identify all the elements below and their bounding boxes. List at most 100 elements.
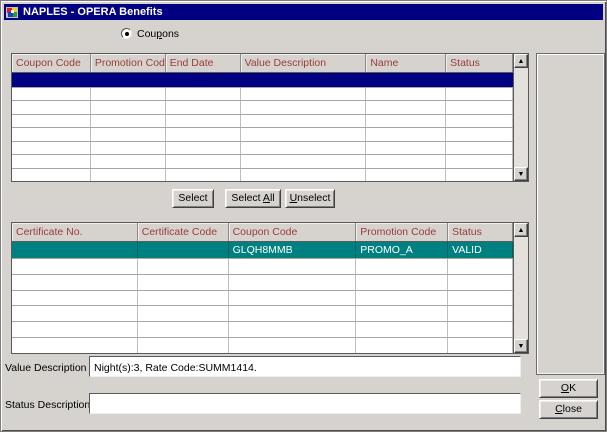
- table-row-selected[interactable]: GLQH8MMB PROMO_A VALID: [12, 242, 513, 259]
- cell: [241, 169, 367, 181]
- cell: [229, 338, 357, 353]
- cell: [12, 142, 91, 154]
- scroll-up-button[interactable]: ▲: [514, 54, 528, 68]
- certificate-table-body: GLQH8MMB PROMO_A VALID: [12, 242, 513, 353]
- cell: [448, 338, 513, 353]
- certificate-table-scrollbar[interactable]: ▲ ▼: [513, 223, 528, 353]
- certificate-table: Certificate No. Certificate Code Coupon …: [11, 222, 529, 354]
- cell: [356, 338, 448, 353]
- cell: [229, 291, 357, 306]
- cell: [138, 306, 229, 321]
- value-description-field[interactable]: [89, 356, 521, 377]
- table-row[interactable]: [12, 338, 513, 353]
- coupons-radio[interactable]: Coupons: [121, 27, 179, 40]
- cell: [91, 128, 166, 140]
- cell: [12, 275, 138, 290]
- unselect-button[interactable]: Unselect: [285, 189, 335, 208]
- table-row-selected[interactable]: [12, 73, 513, 88]
- status-description-field[interactable]: [89, 393, 521, 414]
- title-bar[interactable]: NAPLES - OPERA Benefits: [4, 4, 603, 20]
- cell: [91, 88, 166, 100]
- table-row[interactable]: [12, 155, 513, 168]
- column-header-coupon-code[interactable]: Coupon Code: [229, 223, 357, 241]
- close-button[interactable]: Close: [539, 400, 598, 419]
- cell: [241, 73, 367, 87]
- coupon-table-header: Coupon Code Promotion Code End Date Valu…: [12, 54, 513, 73]
- cell: [356, 306, 448, 321]
- coupon-table-scrollbar[interactable]: ▲ ▼: [513, 54, 528, 181]
- cell: [366, 155, 446, 167]
- table-row[interactable]: [12, 101, 513, 114]
- close-button-label: Close: [555, 403, 582, 415]
- table-row[interactable]: [12, 169, 513, 181]
- table-row[interactable]: [12, 259, 513, 275]
- window-title: NAPLES - OPERA Benefits: [23, 6, 163, 18]
- cell: [166, 169, 241, 181]
- cell: [91, 101, 166, 113]
- column-header-promotion-code[interactable]: Promotion Code: [356, 223, 448, 241]
- cell: [446, 101, 513, 113]
- table-row[interactable]: [12, 128, 513, 141]
- scroll-down-icon: ▼: [518, 171, 525, 178]
- ok-button[interactable]: OK: [539, 379, 598, 398]
- cell: [366, 142, 446, 154]
- table-row[interactable]: [12, 306, 513, 322]
- cell: [448, 275, 513, 290]
- coupons-radio-label: Coupons: [137, 28, 179, 40]
- column-header-name[interactable]: Name: [366, 54, 446, 72]
- column-header-status[interactable]: Status: [448, 223, 513, 241]
- cell: [241, 88, 367, 100]
- table-row[interactable]: [12, 275, 513, 291]
- table-row[interactable]: [12, 88, 513, 101]
- select-button[interactable]: Select: [172, 189, 214, 208]
- cell: [91, 155, 166, 167]
- cell: [12, 291, 138, 306]
- table-row[interactable]: [12, 291, 513, 307]
- cell: [446, 88, 513, 100]
- select-all-button[interactable]: Select All: [225, 189, 281, 208]
- table-row[interactable]: [12, 142, 513, 155]
- cell: [446, 128, 513, 140]
- cell: [446, 142, 513, 154]
- scroll-up-button[interactable]: ▲: [514, 223, 528, 237]
- column-header-promotion-code[interactable]: Promotion Code: [91, 54, 166, 72]
- value-description-label: Value Description: [5, 362, 85, 374]
- cell: [12, 155, 91, 167]
- cell: [166, 73, 241, 87]
- cell: [138, 322, 229, 337]
- cell: [166, 128, 241, 140]
- cell: [366, 128, 446, 140]
- cell: [446, 155, 513, 167]
- cell: [241, 155, 367, 167]
- cell: [356, 259, 448, 274]
- cell: [12, 88, 91, 100]
- status-description-label: Status Description: [5, 399, 85, 411]
- column-header-status[interactable]: Status: [446, 54, 513, 72]
- app-icon: [6, 6, 19, 19]
- cell: [12, 169, 91, 181]
- column-header-certificate-code[interactable]: Certificate Code: [138, 223, 229, 241]
- cell: [138, 338, 229, 353]
- column-header-coupon-code[interactable]: Coupon Code: [12, 54, 91, 72]
- cell: [229, 306, 357, 321]
- column-header-end-date[interactable]: End Date: [166, 54, 241, 72]
- cell-certificate-no: [12, 242, 138, 258]
- cell: [166, 88, 241, 100]
- cell: [91, 115, 166, 127]
- table-row[interactable]: [12, 115, 513, 128]
- cell: [448, 306, 513, 321]
- cell: [229, 322, 357, 337]
- column-header-value-description[interactable]: Value Description: [241, 54, 367, 72]
- cell: [166, 101, 241, 113]
- scroll-down-button[interactable]: ▼: [514, 339, 528, 353]
- cell: [446, 169, 513, 181]
- cell: [366, 169, 446, 181]
- coupon-table: Coupon Code Promotion Code End Date Valu…: [11, 53, 529, 182]
- table-row[interactable]: [12, 322, 513, 338]
- cell: [366, 73, 446, 87]
- cell: [166, 142, 241, 154]
- scroll-down-button[interactable]: ▼: [514, 167, 528, 181]
- column-header-certificate-no[interactable]: Certificate No.: [12, 223, 138, 241]
- cell: [356, 322, 448, 337]
- select-all-button-label: Select All: [231, 192, 274, 204]
